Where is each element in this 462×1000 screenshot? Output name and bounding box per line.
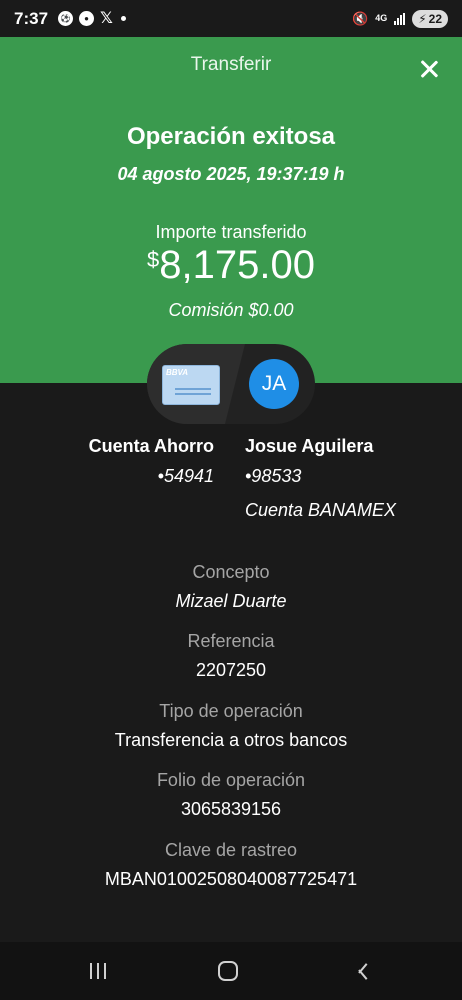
screen-title: Transferir — [190, 54, 272, 75]
destination-bank: Cuenta BANAMEX — [245, 500, 397, 520]
detail-label-referencia: Referencia — [187, 631, 275, 651]
network-type: 4G — [375, 13, 388, 23]
mute-icon: 🔇 — [352, 10, 369, 26]
destination-name: Josue Aguilera — [245, 436, 374, 456]
status-time: 7:37 — [14, 8, 49, 28]
success-header: Transferir Operación exitosa 04 agosto 2… — [0, 37, 462, 383]
system-nav-bar — [0, 942, 462, 1000]
notification-dot-icon — [120, 16, 126, 21]
detail-value-tipo-operacion: Transferencia a otros bancos — [114, 730, 348, 750]
detail-value-folio: 3065839156 — [180, 799, 282, 819]
detail-value-concepto: Mizael Duarte — [175, 591, 287, 611]
back-icon[interactable] — [352, 962, 366, 980]
home-icon[interactable] — [218, 961, 238, 981]
status-bar: 7:37 ⚽ ● 𝕏 🔇 4G ⚡ 22 — [0, 0, 462, 37]
detail-value-clave-rastreo: MBAN01002508040087725471 — [104, 869, 358, 889]
operation-datetime: 04 agosto 2025, 19:37:19 h — [117, 164, 345, 184]
system-icons: 🔇 4G ⚡ 22 — [352, 9, 448, 28]
sports-app-icon: ● — [79, 11, 95, 26]
detail-label-clave-rastreo: Clave de rastreo — [164, 840, 298, 860]
recent-apps-icon[interactable] — [90, 963, 106, 979]
accounts-pill: BBVA JA — [147, 344, 315, 424]
notification-icons: ⚽ ● 𝕏 — [58, 9, 126, 27]
battery-charging-icon: ⚡ 22 — [412, 9, 448, 28]
detail-value-referencia: 2207250 — [195, 660, 267, 680]
soccer-ball-icon: ⚽ — [58, 11, 74, 26]
x-logo-icon: 𝕏 — [100, 9, 113, 27]
detail-label-folio: Folio de operación — [156, 770, 306, 790]
detail-label-tipo-operacion: Tipo de operación — [159, 701, 303, 721]
avatar: JA — [249, 359, 299, 409]
operation-status: Operación exitosa — [126, 123, 336, 150]
transfer-amount: $8,175.00 — [0, 243, 462, 288]
close-icon[interactable] — [414, 54, 444, 84]
currency-symbol: $ — [147, 247, 160, 272]
card-brand: BBVA — [166, 368, 189, 377]
bolt-icon: ⚡ — [418, 11, 427, 26]
origin-account-number: •54941 — [157, 466, 214, 486]
origin-account-name: Cuenta Ahorro — [88, 436, 214, 456]
amount-value: 8,175.00 — [159, 243, 315, 287]
battery-level: 22 — [428, 11, 442, 26]
detail-label-concepto: Concepto — [192, 562, 270, 582]
amount-label: Importe transferido — [155, 222, 307, 242]
commission: Comisión $0.00 — [168, 300, 294, 320]
destination-account-number: •98533 — [245, 466, 302, 486]
signal-icon — [394, 12, 406, 25]
bank-card-icon: BBVA — [162, 365, 220, 405]
